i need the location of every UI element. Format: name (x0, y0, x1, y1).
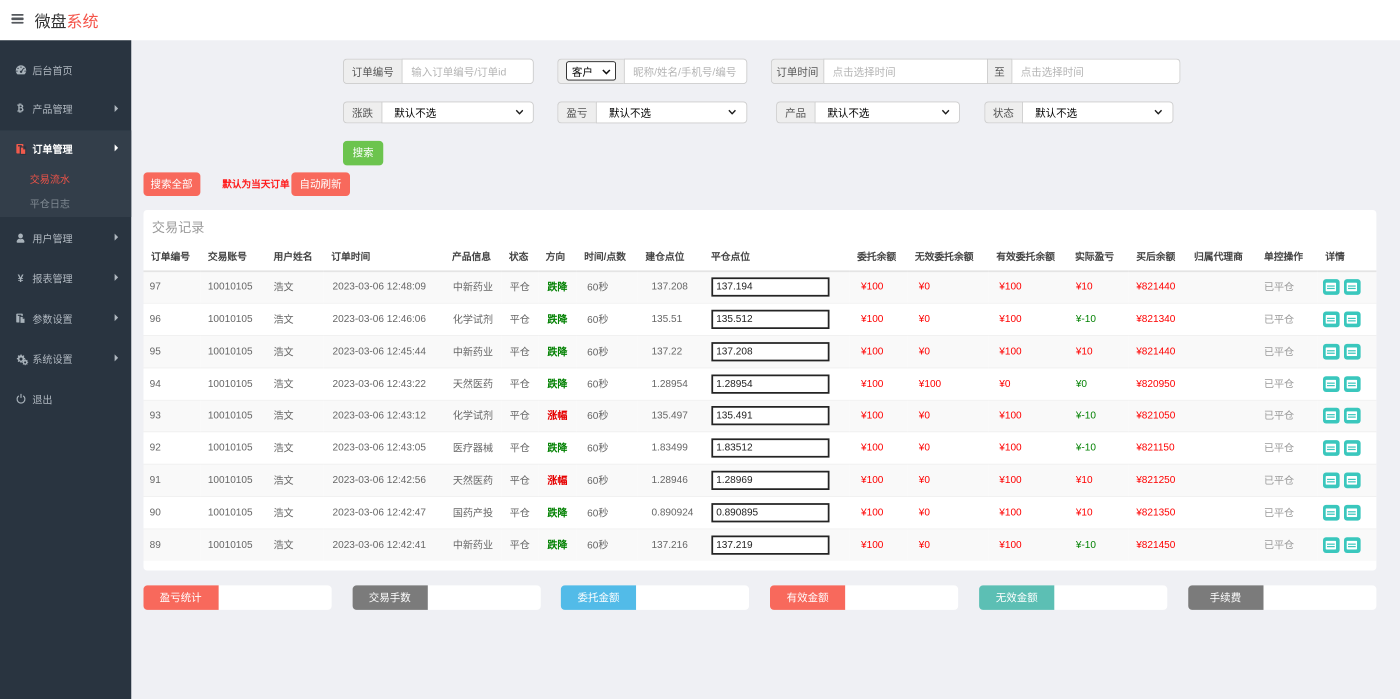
svg-text:¥: ¥ (18, 273, 24, 284)
